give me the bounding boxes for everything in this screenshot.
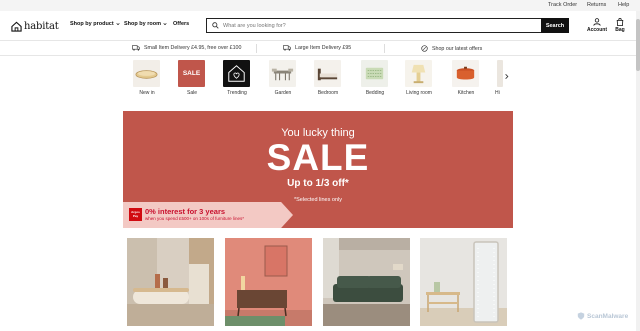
account-button[interactable]: Account xyxy=(586,18,608,36)
scrollbar-thumb[interactable] xyxy=(636,19,640,71)
page-scrollbar[interactable] xyxy=(636,11,640,331)
scanmalware-watermark: ScanMalware xyxy=(577,312,628,320)
rattan-tray-image xyxy=(133,60,160,87)
nav-shop-by-product-label: Shop by product xyxy=(70,21,114,27)
user-icon xyxy=(593,18,601,26)
utility-bar: Track Order Returns Help xyxy=(0,0,640,11)
bag-icon xyxy=(616,18,624,26)
chevron-right-icon[interactable] xyxy=(503,73,510,80)
logo-text: habitat xyxy=(24,20,59,32)
category-label: Sale xyxy=(186,90,197,96)
product-grid xyxy=(0,238,640,331)
heart-house-image xyxy=(223,60,250,87)
latest-offers-link[interactable]: Shop our latest offers xyxy=(421,45,482,52)
help-link[interactable]: Help xyxy=(618,1,629,10)
divider xyxy=(384,44,385,53)
sale-tile: SALE xyxy=(178,60,205,87)
large-delivery-text: Large Item Delivery £95 xyxy=(295,45,352,51)
finance-offer-band[interactable]: Argos Pay 0% interest for 3 years when y… xyxy=(123,202,293,228)
category-living-room[interactable]: Living room xyxy=(405,60,433,100)
shield-icon xyxy=(577,312,585,320)
account-label: Account xyxy=(587,27,607,33)
chevron-down-icon xyxy=(116,23,120,26)
search-icon xyxy=(212,22,219,29)
nav-shop-by-room-label: Shop by room xyxy=(124,21,161,27)
category-label: Trending xyxy=(227,90,247,96)
mirror-console-room xyxy=(420,238,507,326)
product-tile[interactable] xyxy=(420,238,507,326)
bedding-image xyxy=(361,60,388,87)
category-label: Bedding xyxy=(365,90,385,96)
product-tile[interactable] xyxy=(127,238,214,326)
house-icon xyxy=(11,21,22,32)
delivery-strip: Small Item Delivery £4.95, free over £10… xyxy=(0,40,640,56)
tag-icon xyxy=(421,45,428,52)
bed-image xyxy=(314,60,341,87)
search-button[interactable]: Search xyxy=(541,18,569,33)
hero-discount: Up to 1/3 off* xyxy=(287,178,349,189)
finance-subtext: when you spend £500+ on 100s of furnitur… xyxy=(145,216,244,221)
truck-icon xyxy=(283,45,291,51)
cookware-image xyxy=(452,60,479,87)
category-label: New in xyxy=(139,90,155,96)
latest-offers-text: Shop our latest offers xyxy=(432,45,483,52)
lamp-image xyxy=(405,60,432,87)
category-bedding[interactable]: Bedding xyxy=(361,60,389,100)
nav-shop-by-product[interactable]: Shop by product xyxy=(70,21,120,27)
category-bedroom[interactable]: Bedroom xyxy=(314,60,342,100)
site-header: habitat Shop by product Shop by room Off… xyxy=(0,11,640,40)
habitat-logo[interactable]: habitat xyxy=(11,19,61,33)
argos-badge-bottom: Pay xyxy=(132,213,139,218)
watermark-text: ScanMalware xyxy=(587,312,629,320)
nav-offers[interactable]: Offers xyxy=(173,21,189,27)
sale-hero-banner[interactable]: You lucky thing SALE Up to 1/3 off* *Sel… xyxy=(123,111,513,228)
nav-shop-by-room[interactable]: Shop by room xyxy=(124,21,167,27)
green-sofa-room xyxy=(323,238,410,326)
chevron-down-icon xyxy=(163,23,167,26)
category-sale[interactable]: SALE Sale xyxy=(178,60,206,100)
category-label: Living room xyxy=(406,90,432,96)
large-delivery-info[interactable]: Large Item Delivery £95 xyxy=(283,45,351,51)
category-new-in[interactable]: New in xyxy=(133,60,161,100)
category-partial[interactable]: Hi xyxy=(495,60,503,100)
category-label: Hi xyxy=(495,90,500,96)
category-label: Kitchen xyxy=(457,90,475,96)
category-carousel: New in SALE Sale Trending Garden Bedroom xyxy=(0,56,640,101)
coffee-table-room xyxy=(127,238,214,326)
van-icon xyxy=(132,45,140,51)
small-delivery-info[interactable]: Small Item Delivery £4.95, free over £10… xyxy=(132,45,241,51)
garden-set-image xyxy=(269,60,296,87)
divider xyxy=(256,44,257,53)
small-delivery-text: Small Item Delivery £4.95, free over £10… xyxy=(144,45,242,51)
bag-label: Bag xyxy=(615,27,625,33)
product-tile[interactable] xyxy=(323,238,410,326)
argos-pay-logo: Argos Pay xyxy=(129,208,142,221)
hero-headline: SALE xyxy=(266,137,370,178)
category-label: Garden xyxy=(274,90,292,96)
category-trending[interactable]: Trending xyxy=(223,60,251,100)
category-garden[interactable]: Garden xyxy=(269,60,297,100)
search-input[interactable] xyxy=(223,20,523,31)
bag-button[interactable]: Bag xyxy=(609,18,631,36)
nav-offers-label: Offers xyxy=(173,21,190,27)
category-kitchen[interactable]: Kitchen xyxy=(452,60,480,100)
returns-link[interactable]: Returns xyxy=(587,1,606,10)
track-order-link[interactable]: Track Order xyxy=(548,1,577,10)
search-bar: Search xyxy=(206,18,569,33)
category-label: Bedroom xyxy=(317,90,339,96)
finance-title: 0% interest for 3 years xyxy=(145,207,226,216)
product-tile[interactable] xyxy=(225,238,312,326)
sideboard-pink-room xyxy=(225,238,312,326)
